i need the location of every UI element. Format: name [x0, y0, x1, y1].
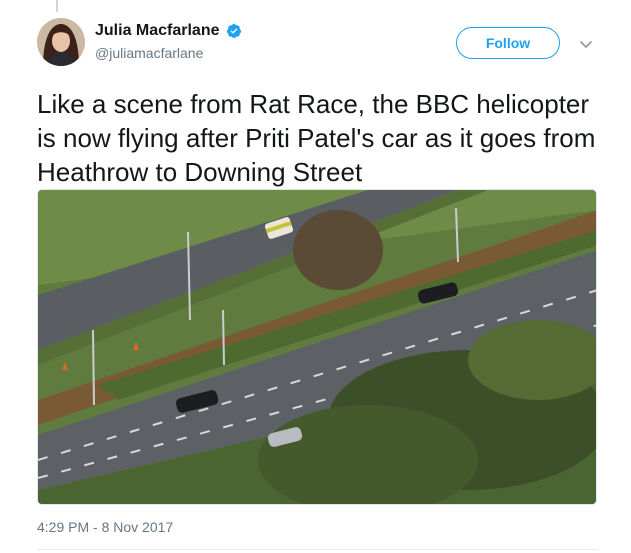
author-display-name[interactable]: Julia Macfarlane [95, 22, 220, 40]
author-name-row[interactable]: Julia Macfarlane [95, 22, 242, 40]
thread-connector-line [56, 0, 58, 12]
verified-badge-icon [226, 23, 242, 39]
avatar[interactable] [37, 18, 85, 66]
tweet-media-photo[interactable] [37, 189, 597, 505]
tweet-timestamp[interactable]: 4:29 PM - 8 Nov 2017 [37, 519, 173, 535]
avatar-portrait [37, 18, 85, 66]
aerial-photo [38, 190, 596, 504]
author-handle[interactable]: @juliamacfarlane [95, 45, 203, 61]
chevron-down-icon[interactable] [578, 36, 594, 52]
tweet-text: Like a scene from Rat Race, the BBC heli… [37, 89, 596, 187]
divider [37, 549, 597, 550]
follow-button[interactable]: Follow [456, 27, 560, 59]
